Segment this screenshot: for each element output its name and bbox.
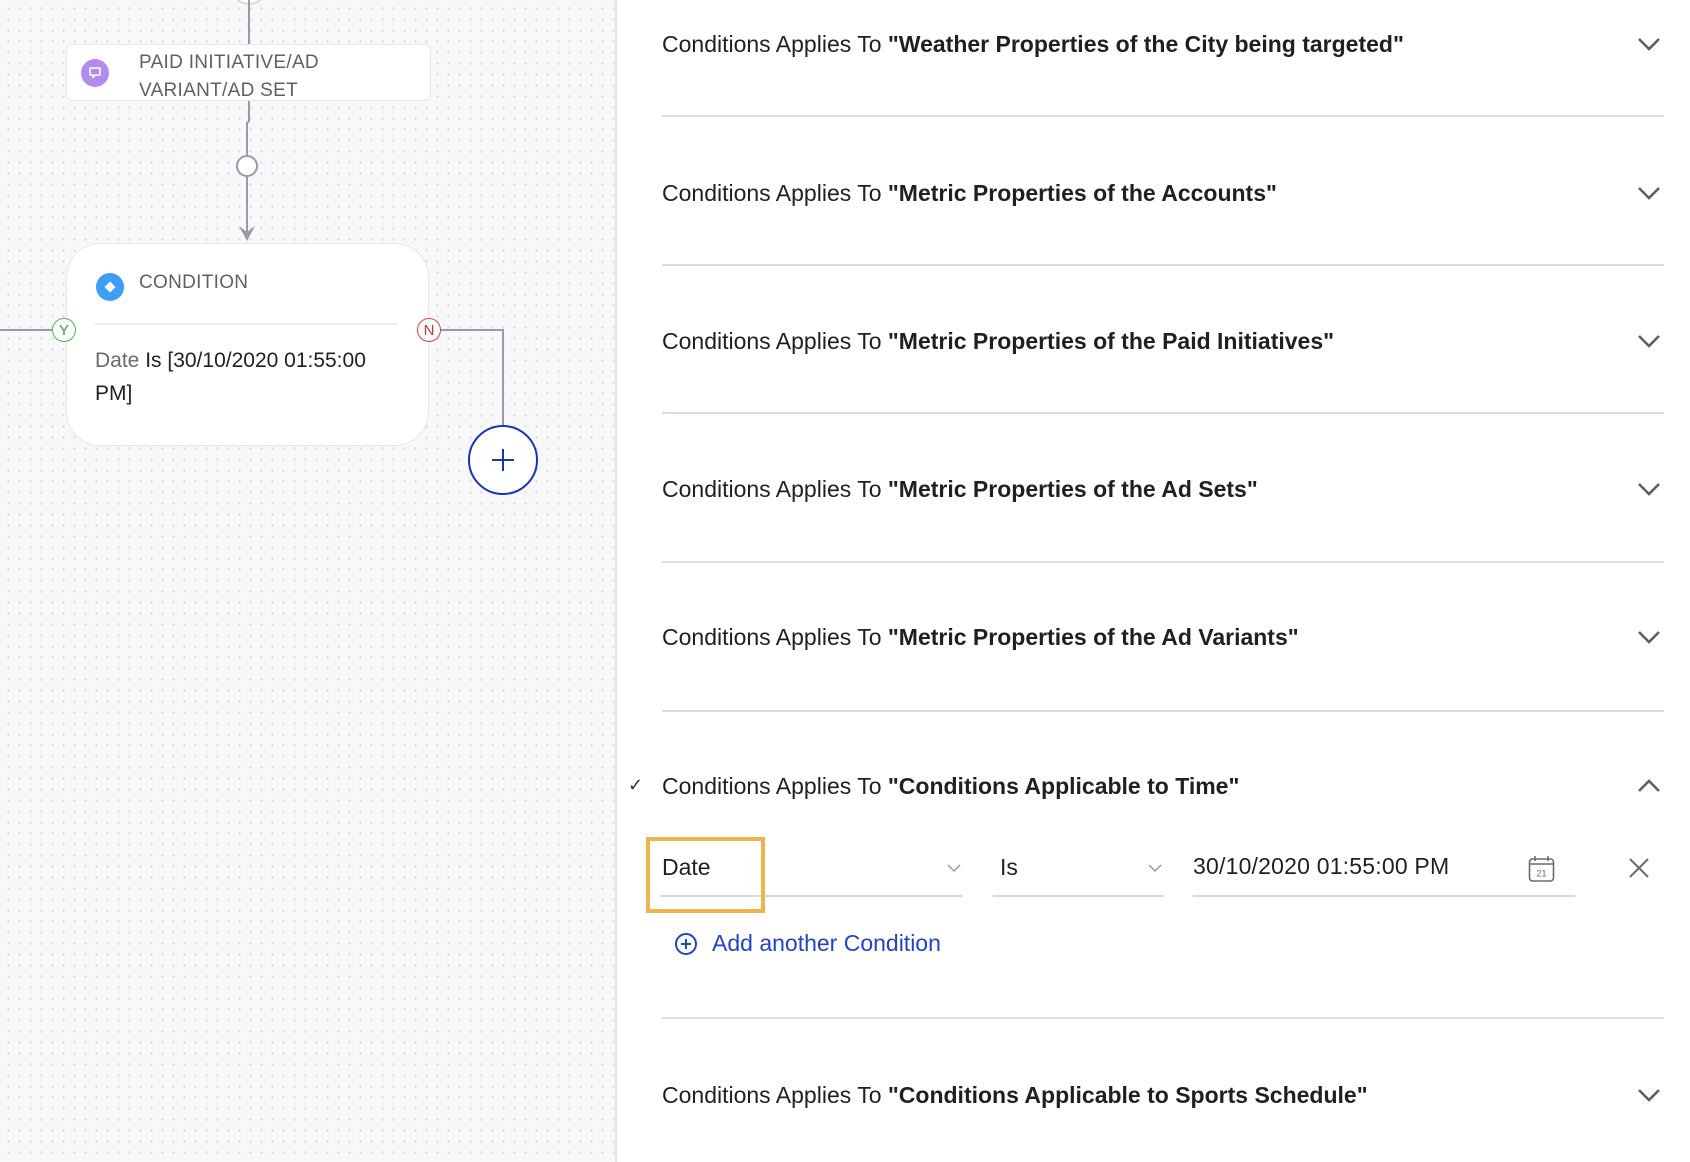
action-node[interactable]: PAID INITIATIVE/AD VARIANT/AD SET (66, 44, 431, 101)
condition-node[interactable]: CONDITION Date Is [30/10/2020 01:55:00 P… (66, 243, 429, 446)
section-header-ad-sets[interactable]: Conditions Applies To "Metric Properties… (662, 469, 1664, 509)
condition-node-summary: Date Is [30/10/2020 01:55:00 PM] (95, 344, 408, 410)
section-name: "Conditions Applicable to Sports Schedul… (887, 1081, 1368, 1108)
condition-node-title: CONDITION (139, 272, 249, 293)
date-time-input[interactable]: 30/10/2020 01:55:00 PM 21 (1193, 836, 1575, 897)
chevron-up-icon[interactable] (1636, 778, 1662, 794)
add-another-condition-link[interactable]: Add another Condition (674, 930, 941, 957)
yes-branch-badge[interactable]: Y (52, 318, 76, 342)
operator-select[interactable]: Is (993, 837, 1164, 897)
chevron-down-icon (1148, 864, 1162, 873)
chevron-down-icon[interactable] (1636, 481, 1662, 497)
plus-circle-icon (675, 932, 697, 955)
section-name: "Metric Properties of the Accounts" (887, 179, 1277, 206)
section-prefix: Conditions Applies To (662, 327, 888, 354)
remove-condition-icon[interactable] (1628, 857, 1650, 879)
section-divider (662, 1017, 1664, 1019)
section-name: "Metric Properties of the Paid Initiativ… (887, 327, 1335, 354)
section-divider (662, 264, 1664, 266)
section-name: "Conditions Applicable to Time" (887, 772, 1240, 799)
section-header-accounts[interactable]: Conditions Applies To "Metric Properties… (662, 173, 1664, 213)
calendar-icon[interactable]: 21 (1528, 855, 1555, 883)
date-time-value: 30/10/2020 01:55:00 PM (1193, 853, 1450, 879)
connector-lines (0, 0, 504, 425)
check-icon: ✓ (628, 775, 644, 795)
condition-node-divider (95, 323, 398, 325)
section-divider (662, 115, 1664, 117)
section-name: "Metric Properties of the Ad Variants" (887, 623, 1299, 650)
section-divider (662, 412, 1664, 414)
section-header-ad-variants[interactable]: Conditions Applies To "Metric Properties… (662, 617, 1664, 657)
chevron-down-icon[interactable] (1636, 36, 1662, 52)
section-header-weather[interactable]: Conditions Applies To "Weather Propertie… (662, 24, 1664, 64)
workflow-canvas[interactable]: PAID INITIATIVE/AD VARIANT/AD SET CONDIT… (0, 0, 617, 1162)
section-prefix: Conditions Applies To (662, 623, 888, 650)
section-header-paid-initiatives[interactable]: Conditions Applies To "Metric Properties… (662, 321, 1664, 361)
field-select-value: Date (662, 854, 711, 880)
operator-select-value: Is (1000, 854, 1018, 880)
svg-text:21: 21 (1536, 869, 1546, 879)
section-prefix: Conditions Applies To (662, 30, 888, 57)
chevron-down-icon (947, 864, 961, 873)
section-divider (662, 710, 1664, 712)
chevron-down-icon[interactable] (1636, 333, 1662, 349)
section-prefix: Conditions Applies To (662, 1081, 888, 1108)
chevron-down-icon[interactable] (1636, 1087, 1662, 1103)
conditions-panel: Conditions Applies To "Weather Propertie… (617, 0, 1690, 1162)
section-header-time[interactable]: Conditions Applies To "Conditions Applic… (662, 766, 1664, 806)
section-divider (662, 561, 1664, 563)
field-select[interactable]: Date (660, 837, 963, 897)
diamond-icon (96, 273, 124, 301)
add-condition-label: Add another Condition (712, 930, 941, 956)
connector-dot (236, 155, 258, 177)
section-name: "Weather Properties of the City being ta… (887, 30, 1404, 57)
add-node-button[interactable] (468, 425, 538, 495)
section-prefix: Conditions Applies To (662, 475, 888, 502)
section-prefix: Conditions Applies To (662, 179, 888, 206)
no-branch-badge[interactable]: N (417, 318, 441, 342)
action-node-label: PAID INITIATIVE/AD VARIANT/AD SET (139, 52, 319, 101)
section-prefix: Conditions Applies To (662, 772, 888, 799)
chat-bubble-icon (81, 59, 109, 87)
condition-field: Date (95, 349, 140, 372)
section-name: "Metric Properties of the Ad Sets" (887, 475, 1258, 502)
chevron-down-icon[interactable] (1636, 629, 1662, 645)
plus-icon (492, 449, 514, 471)
section-header-sports[interactable]: Conditions Applies To "Conditions Applic… (662, 1075, 1664, 1115)
chevron-down-icon[interactable] (1636, 185, 1662, 201)
